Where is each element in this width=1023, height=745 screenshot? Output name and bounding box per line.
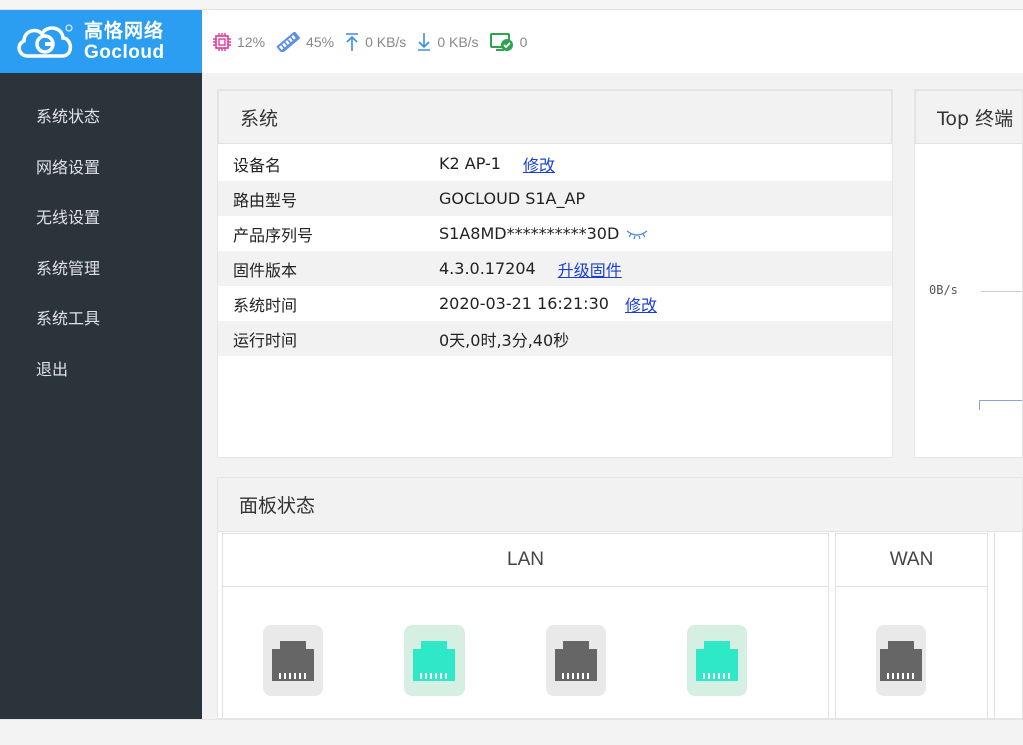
brand-name-en: Gocloud [84,41,165,63]
lan-port-4[interactable] [686,625,747,696]
sidebar-item-system-status[interactable]: 系统状态 [0,92,202,143]
edit-system-time-link[interactable]: 修改 [625,292,657,316]
sidebar-item-wireless-settings[interactable]: 无线设置 [0,193,202,244]
lan-port-2[interactable] [404,625,465,696]
lan-port-1[interactable] [263,625,324,696]
download-value: 0 KB/s [437,33,479,50]
ethernet-port-icon [413,640,456,681]
ethernet-port-icon [880,640,922,681]
table-row: 路由型号 GOCLOUD S1A_AP [218,181,892,216]
upload-arrow-icon [346,32,359,51]
traffic-axis-label: 0B/s [929,283,958,297]
upgrade-firmware-link[interactable]: 升级固件 [558,257,622,281]
memory-stat: 45% [275,31,335,52]
system-info-table: 设备名 K2 AP-1 修改 路由型号 GOCLOUD S1A_AP 产品序列号… [218,146,892,356]
top-border [0,0,1023,10]
table-row: 系统时间 2020-03-21 16:21:30 修改 [218,286,892,321]
memory-icon [276,31,301,52]
traffic-chart-corner [979,400,1022,410]
device-name-label: 设备名 [233,155,282,175]
serial-number-label: 产品序列号 [233,225,314,245]
serial-number-value: S1A8MD**********30D [439,224,620,243]
system-time-label: 系统时间 [233,295,298,315]
extra-ports-group [994,533,1023,723]
brand-name-cn: 高恪网络 [84,19,165,42]
lan-ports-group: LAN [222,533,829,723]
status-bar: 12% 45% 0 KB/s 0 KB/s 0 [202,10,1023,73]
download-stat: 0 KB/s [416,32,479,52]
firmware-version-label: 固件版本 [233,260,298,280]
sidebar-item-logout[interactable]: 退出 [0,345,202,396]
router-model-value: GOCLOUD S1A_AP [439,189,586,208]
cloud-logo-icon [17,24,73,58]
top-clients-panel: Top 终端 0B/s [914,89,1023,458]
top-clients-title: Top 终端 [915,90,1022,144]
ethernet-port-icon [272,640,315,681]
upload-value: 0 KB/s [365,33,407,50]
sidebar-item-system-management[interactable]: 系统管理 [0,244,202,295]
system-panel-title: 系统 [218,90,892,144]
footer-strip [0,719,1023,745]
wan-label: WAN [836,534,987,587]
panel-status-title: 面板状态 [218,478,1022,532]
router-model-label: 路由型号 [233,190,298,210]
memory-value: 45% [306,33,335,50]
uptime-value: 0天,0时,3分,40秒 [439,330,570,350]
lan-port-3[interactable] [545,625,606,696]
uptime-label: 运行时间 [233,330,298,350]
table-row: 运行时间 0天,0时,3分,40秒 [218,321,892,356]
edit-device-name-link[interactable]: 修改 [523,152,555,176]
eye-closed-icon[interactable] [625,227,649,241]
system-time-value: 2020-03-21 16:21:30 [439,294,609,313]
brand-name: 高恪网络 Gocloud [84,19,165,63]
brand-logo[interactable]: 高恪网络 Gocloud [0,10,202,73]
online-device-icon [489,32,513,51]
lan-label: LAN [223,534,828,587]
traffic-axis-gridline [981,291,1022,292]
wan-ports-group: WAN [835,533,988,723]
clients-stat: 0 [489,31,528,53]
sidebar: 系统状态 网络设置 无线设置 系统管理 系统工具 退出 [0,73,202,719]
clients-value: 0 [519,33,528,50]
cpu-stat: 12% [212,32,265,52]
sidebar-item-system-tools[interactable]: 系统工具 [0,294,202,345]
main-content: 系统 设备名 K2 AP-1 修改 路由型号 GOCLOUD S1A_AP 产品… [202,73,1023,723]
ethernet-port-icon [695,640,738,681]
sidebar-item-network-settings[interactable]: 网络设置 [0,143,202,194]
panel-status-panel: 面板状态 LAN WAN [217,477,1023,723]
table-row: 固件版本 4.3.0.17204 升级固件 [218,251,892,286]
wan-port-list [836,587,987,696]
ethernet-port-icon [554,640,597,681]
wan-port-1[interactable] [876,625,926,696]
upload-stat: 0 KB/s [344,32,406,52]
download-arrow-icon [418,32,431,51]
system-info-panel: 系统 设备名 K2 AP-1 修改 路由型号 GOCLOUD S1A_AP 产品… [217,89,893,458]
lan-port-list [223,587,828,696]
cpu-value: 12% [237,33,266,50]
device-name-value: K2 AP-1 [439,154,501,173]
table-row: 产品序列号 S1A8MD**********30D [218,216,892,251]
cpu-icon [213,32,231,51]
table-row: 设备名 K2 AP-1 修改 [218,146,892,181]
device-name-value-cell: K2 AP-1 修改 [439,152,555,176]
firmware-version-value: 4.3.0.17204 [439,259,536,278]
